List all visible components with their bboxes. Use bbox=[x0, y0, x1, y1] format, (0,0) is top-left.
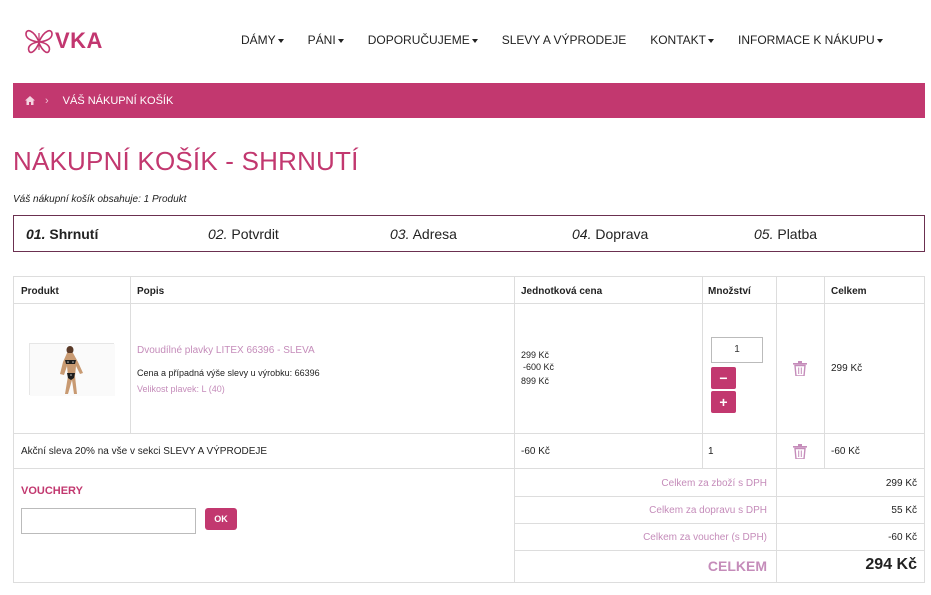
site-logo[interactable]: VKA bbox=[24, 26, 103, 56]
cart-count: Váš nákupní košík obsahuje: 1 Produkt bbox=[13, 194, 187, 205]
product-note: Cena a případná výše slevy u výrobku: 66… bbox=[137, 368, 320, 378]
breadcrumb-separator: › bbox=[45, 94, 49, 107]
nav-item-doporucujeme[interactable]: DOPORUČUJEME bbox=[368, 33, 478, 47]
step-label: Potvrdit bbox=[231, 226, 279, 242]
site-header: VKA DÁMY PÁNI DOPORUČUJEME SLEVY A VÝPRO… bbox=[0, 0, 931, 82]
nav-label: PÁNI bbox=[307, 33, 336, 47]
step-number: 05. bbox=[754, 226, 774, 242]
step-summary[interactable]: 01. Shrnutí bbox=[26, 226, 98, 242]
divider bbox=[14, 433, 924, 434]
butterfly-icon bbox=[25, 29, 53, 54]
divider bbox=[702, 277, 703, 469]
step-number: 03. bbox=[390, 226, 410, 242]
nav-item-informace[interactable]: INFORMACE K NÁKUPU bbox=[738, 33, 883, 47]
nav-label: DÁMY bbox=[241, 33, 276, 47]
breadcrumb-current: VÁŠ NÁKUPNÍ KOŠÍK bbox=[62, 94, 174, 107]
divider bbox=[514, 523, 924, 524]
discount-quantity: 1 bbox=[708, 446, 714, 457]
summary-goods-label: Celkem za zboží s DPH bbox=[661, 478, 767, 489]
voucher-code-input[interactable] bbox=[21, 508, 196, 534]
trash-icon[interactable] bbox=[793, 444, 807, 459]
nav-label: SLEVY A VÝPRODEJE bbox=[501, 33, 627, 47]
divider bbox=[130, 277, 131, 434]
unit-price-current: 299 Kč bbox=[521, 350, 550, 360]
step-number: 02. bbox=[208, 226, 228, 242]
product-name-link[interactable]: Dvoudílné plavky LITEX 66396 - SLEVA bbox=[137, 345, 315, 356]
unit-price-original: 899 Kč bbox=[521, 376, 550, 386]
discount-total: -60 Kč bbox=[831, 446, 860, 457]
summary-goods-value: 299 Kč bbox=[885, 478, 917, 489]
divider bbox=[514, 550, 924, 551]
col-header-unit-price: Jednotková cena bbox=[521, 286, 603, 297]
logo-text: VKA bbox=[55, 28, 103, 53]
discount-unit-price: -60 Kč bbox=[521, 446, 550, 457]
page-title: NÁKUPNÍ KOŠÍK - SHRNUTÍ bbox=[13, 146, 359, 176]
swimsuit-image bbox=[30, 344, 115, 396]
nav-item-pani[interactable]: PÁNI bbox=[308, 33, 344, 47]
trash-icon[interactable] bbox=[793, 361, 807, 376]
step-shipping[interactable]: 04. Doprava bbox=[572, 226, 648, 242]
quantity-input[interactable]: 1 bbox=[711, 337, 763, 363]
step-label: Shrnutí bbox=[49, 226, 99, 242]
caret-down-icon bbox=[876, 38, 883, 43]
checkout-steps: 01. Shrnutí 02. Potvrdit 03. Adresa 04. … bbox=[13, 215, 925, 252]
unit-price-discount: -600 Kč bbox=[523, 362, 555, 372]
vouchers-title: VOUCHERY bbox=[21, 485, 83, 497]
quantity-increase-button[interactable]: + bbox=[711, 391, 736, 413]
home-icon[interactable] bbox=[25, 96, 35, 105]
caret-down-icon bbox=[471, 38, 478, 43]
caret-down-icon bbox=[708, 38, 714, 43]
col-header-product: Produkt bbox=[21, 286, 59, 297]
cart-table: Produkt Popis Jednotková cena Množství C… bbox=[13, 276, 925, 583]
divider bbox=[14, 303, 924, 304]
col-header-total: Celkem bbox=[831, 286, 867, 297]
nav-item-slevy[interactable]: SLEVY A VÝPRODEJE bbox=[502, 33, 627, 47]
product-variant: Velikost plavek: L (40) bbox=[137, 384, 225, 394]
divider bbox=[14, 468, 924, 469]
voucher-ok-button[interactable]: OK bbox=[205, 508, 237, 530]
step-address[interactable]: 03. Adresa bbox=[390, 226, 457, 242]
product-image[interactable] bbox=[29, 343, 115, 396]
item-total: 299 Kč bbox=[831, 363, 863, 374]
summary-voucher-label: Celkem za voucher (s DPH) bbox=[643, 532, 767, 543]
main-nav: DÁMY PÁNI DOPORUČUJEME SLEVY A VÝPRODEJE… bbox=[241, 33, 883, 47]
summary-voucher-value: -60 Kč bbox=[888, 532, 917, 543]
grand-total-label: CELKEM bbox=[707, 558, 767, 574]
step-payment[interactable]: 05. Platba bbox=[754, 226, 817, 242]
divider bbox=[514, 277, 515, 583]
nav-label: DOPORUČUJEME bbox=[367, 33, 470, 47]
divider bbox=[776, 277, 777, 583]
nav-label: INFORMACE K NÁKUPU bbox=[738, 33, 875, 47]
nav-item-damy[interactable]: DÁMY bbox=[241, 33, 284, 47]
step-label: Adresa bbox=[412, 226, 457, 242]
col-header-description: Popis bbox=[137, 286, 165, 297]
quantity-decrease-button[interactable]: − bbox=[711, 367, 736, 389]
divider bbox=[824, 277, 825, 469]
step-number: 04. bbox=[572, 226, 592, 242]
summary-shipping-value: 55 Kč bbox=[891, 505, 917, 516]
step-confirm[interactable]: 02. Potvrdit bbox=[208, 226, 279, 242]
nav-item-kontakt[interactable]: KONTAKT bbox=[650, 33, 714, 47]
breadcrumb: › VÁŠ NÁKUPNÍ KOŠÍK bbox=[13, 83, 925, 118]
col-header-quantity: Množství bbox=[708, 286, 751, 297]
step-label: Doprava bbox=[595, 226, 649, 242]
caret-down-icon bbox=[277, 38, 284, 43]
divider bbox=[514, 496, 924, 497]
step-number: 01. bbox=[26, 226, 46, 242]
grand-total-value: 294 Kč bbox=[865, 556, 917, 573]
caret-down-icon bbox=[337, 38, 344, 43]
discount-label: Akční sleva 20% na vše v sekci SLEVY A V… bbox=[21, 446, 268, 457]
step-label: Platba bbox=[777, 226, 818, 242]
nav-label: KONTAKT bbox=[650, 33, 706, 47]
summary-shipping-label: Celkem za dopravu s DPH bbox=[649, 505, 767, 516]
